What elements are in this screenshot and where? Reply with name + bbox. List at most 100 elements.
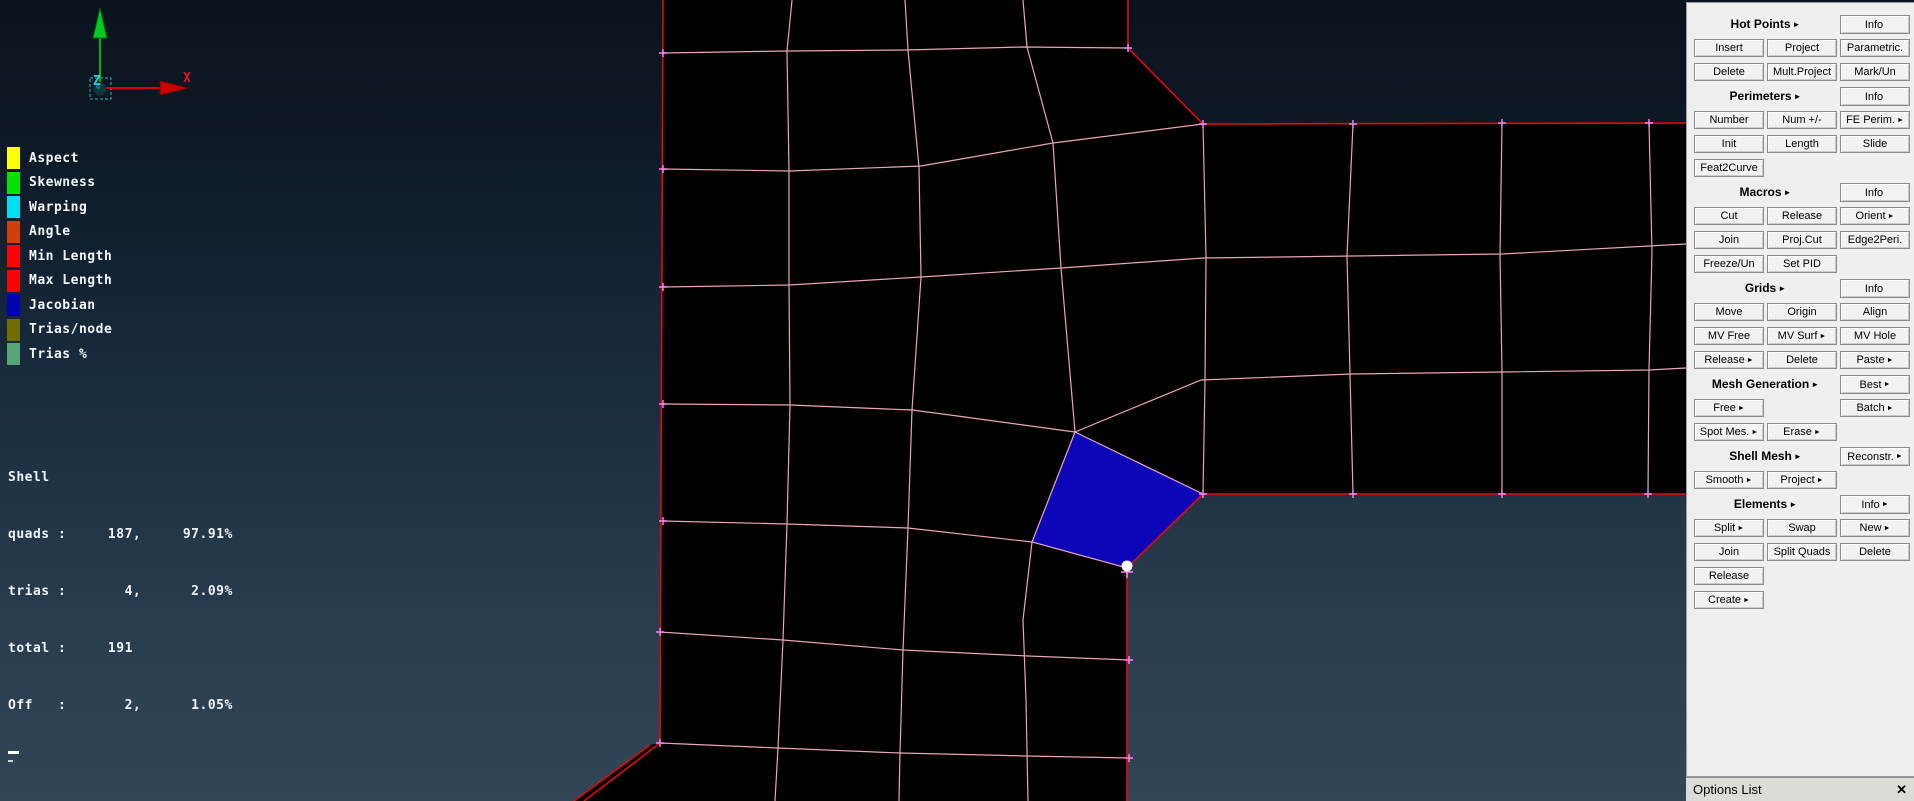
button-delete-grids[interactable]: Delete	[1767, 351, 1837, 369]
button-join-macros[interactable]: Join	[1694, 231, 1764, 249]
button-create[interactable]: Create ►	[1694, 591, 1764, 609]
button-delete-elements[interactable]: Delete	[1840, 543, 1910, 561]
button-grids-info[interactable]: Info	[1840, 279, 1910, 298]
panel-row: Init Length Slide	[1694, 135, 1914, 153]
group-header-mesh-generation[interactable]: Mesh Generation ►	[1694, 375, 1837, 394]
menu-arrow-icon: ►	[1789, 500, 1798, 509]
button-free-mesh[interactable]: Free ►	[1694, 399, 1764, 417]
button-insert[interactable]: Insert	[1694, 39, 1764, 57]
button-erase[interactable]: Erase ►	[1767, 423, 1837, 441]
axis-triad: X Z	[89, 7, 191, 100]
legend-item-trias-pct: Trias %	[7, 343, 112, 365]
button-best[interactable]: Best ►	[1840, 375, 1910, 394]
group-header-elements[interactable]: Elements ►	[1694, 495, 1837, 514]
group-header-grids[interactable]: Grids ►	[1694, 279, 1837, 298]
button-number[interactable]: Number	[1694, 111, 1764, 129]
panel-row: Release	[1694, 567, 1914, 585]
button-release-macros[interactable]: Release	[1767, 207, 1837, 225]
button-split[interactable]: Split ►	[1694, 519, 1764, 537]
button-parametric[interactable]: Parametric.	[1840, 39, 1910, 57]
menu-arrow-icon: ►	[1886, 356, 1894, 364]
legend-label: Trias %	[29, 346, 88, 362]
button-release-grids[interactable]: Release ►	[1694, 351, 1764, 369]
legend-swatch	[7, 269, 20, 292]
button-init[interactable]: Init	[1694, 135, 1764, 153]
close-icon[interactable]: ✕	[1896, 782, 1907, 798]
button-move[interactable]: Move	[1694, 303, 1764, 321]
button-length[interactable]: Length	[1767, 135, 1837, 153]
menu-arrow-icon: ►	[1895, 453, 1903, 460]
panel-group-grids-header: Grids ► Info	[1694, 279, 1914, 298]
button-freeze-un[interactable]: Freeze/Un	[1694, 255, 1764, 273]
stats-off: Off : 2, 1.05%	[8, 698, 233, 713]
stats-total: total : 191	[8, 641, 133, 656]
button-join-elements[interactable]: Join	[1694, 543, 1764, 561]
group-header-macros[interactable]: Macros ►	[1694, 183, 1837, 202]
legend-item-max-length: Max Length	[7, 269, 113, 292]
button-smooth[interactable]: Smooth ►	[1694, 471, 1764, 489]
button-split-quads[interactable]: Split Quads	[1767, 543, 1837, 561]
legend-item-aspect: Aspect	[7, 147, 112, 169]
button-hot-points-info[interactable]: Info	[1840, 15, 1910, 34]
menu-arrow-icon: ►	[1743, 596, 1750, 604]
button-slide[interactable]: Slide	[1840, 135, 1910, 153]
button-fe-perim[interactable]: FE Perim. ►	[1840, 111, 1910, 129]
button-project-hotpoints[interactable]: Project	[1767, 39, 1837, 57]
button-spot-mesh[interactable]: Spot Mes. ►	[1694, 423, 1764, 441]
mesh-viewport[interactable]: X Z	[0, 0, 1686, 801]
legend-swatch	[7, 245, 20, 267]
button-edge2peri[interactable]: Edge2Peri.	[1840, 231, 1910, 249]
button-cut[interactable]: Cut	[1694, 207, 1764, 225]
legend-label: Max Length	[29, 273, 113, 288]
button-project-shell[interactable]: Project ►	[1767, 471, 1837, 489]
group-header-perimeters[interactable]: Perimeters ►	[1694, 87, 1837, 106]
menu-arrow-icon: ►	[1746, 356, 1754, 364]
button-feat2curve[interactable]: Feat2Curve	[1694, 159, 1764, 177]
panel-row: Split ► Swap New ►	[1694, 519, 1914, 537]
legend-item-angle: Angle	[7, 220, 112, 243]
panel-row: Delete Mult.Project Mark/Un	[1694, 63, 1914, 81]
button-macros-info[interactable]: Info	[1840, 183, 1910, 202]
legend-label: Trias/node	[29, 322, 113, 337]
options-list-label: Options List	[1693, 782, 1762, 797]
button-mult-project[interactable]: Mult.Project	[1767, 63, 1837, 81]
axis-x-label: X	[183, 71, 191, 86]
button-align[interactable]: Align	[1840, 303, 1910, 321]
legend-swatch	[7, 147, 20, 169]
mesh-region[interactable]	[584, 0, 1686, 801]
options-list-bar[interactable]: Options List ✕	[1686, 777, 1914, 801]
button-num-plus-minus[interactable]: Num +/-	[1767, 111, 1837, 129]
panel-row: Smooth ► Project ►	[1694, 471, 1914, 489]
panel-row: Cut Release Orient ►	[1694, 207, 1914, 225]
menu-arrow-icon: ►	[1811, 380, 1820, 389]
button-reconstruct[interactable]: Reconstr. ►	[1840, 447, 1910, 466]
menu-arrow-icon: ►	[1745, 476, 1753, 484]
button-mark-un[interactable]: Mark/Un	[1840, 63, 1910, 81]
panel-row: Feat2Curve	[1694, 159, 1914, 177]
group-header-hot-points[interactable]: Hot Points ►	[1694, 15, 1837, 34]
button-paste[interactable]: Paste ►	[1840, 351, 1910, 369]
button-release-elements[interactable]: Release	[1694, 567, 1764, 585]
panel-row: Join Split Quads Delete	[1694, 543, 1914, 561]
button-mv-surf[interactable]: MV Surf ►	[1767, 327, 1837, 345]
button-mv-free[interactable]: MV Free	[1694, 327, 1764, 345]
panel-row: Spot Mes. ► Erase ►	[1694, 423, 1914, 441]
group-header-shell-mesh[interactable]: Shell Mesh ►	[1694, 447, 1837, 466]
button-set-pid[interactable]: Set PID	[1767, 255, 1837, 273]
button-orient[interactable]: Orient ►	[1840, 207, 1910, 225]
button-swap[interactable]: Swap	[1767, 519, 1837, 537]
button-delete-hotpoints[interactable]: Delete	[1694, 63, 1764, 81]
button-elements-info[interactable]: Info ►	[1840, 495, 1910, 514]
button-mv-hole[interactable]: MV Hole	[1840, 327, 1910, 345]
panel-group-hot-points-header: Hot Points ► Info	[1694, 15, 1914, 34]
button-batch[interactable]: Batch ►	[1840, 399, 1910, 417]
panel-row: Freeze/Un Set PID	[1694, 255, 1914, 273]
button-perimeters-info[interactable]: Info	[1840, 87, 1910, 106]
menu-arrow-icon: ►	[1792, 20, 1801, 29]
button-origin[interactable]: Origin	[1767, 303, 1837, 321]
panel-row: Number Num +/- FE Perim. ►	[1694, 111, 1914, 129]
button-proj-cut[interactable]: Proj.Cut	[1767, 231, 1837, 249]
legend-swatch	[7, 220, 20, 243]
button-new[interactable]: New ►	[1840, 519, 1910, 537]
menu-arrow-icon: ►	[1737, 404, 1745, 412]
